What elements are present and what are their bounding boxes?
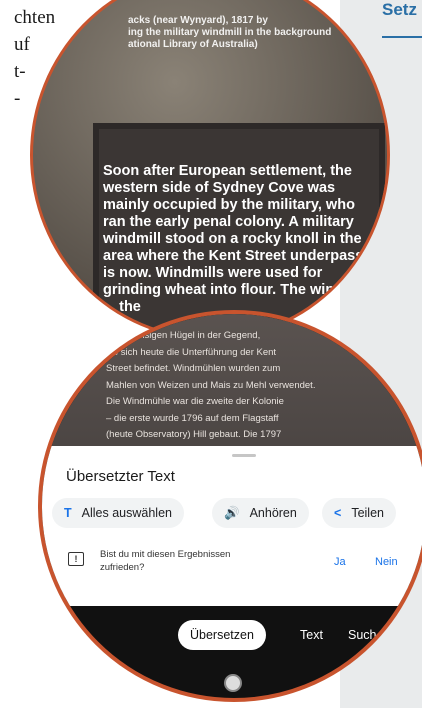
select-all-label: Alles auswählen (81, 506, 172, 520)
sheet-title: Übersetzter Text (66, 468, 175, 485)
listen-label: Anhören (249, 506, 297, 520)
overlay-line: Mahlen von Weizen und Mais zu Mehl verwe… (106, 379, 316, 391)
mode-selector: Übersetzen Text Such (42, 620, 422, 660)
overlay-line: einem felsigen Hügel in der Gegend, (106, 330, 261, 341)
mode-search[interactable]: Such (348, 628, 377, 642)
text-select-icon: T (64, 506, 72, 520)
camera-preview: einem felsigen Hügel in der Gegend, wo s… (42, 314, 422, 464)
overlay-line: – die erste wurde 1796 auf dem Flagstaff (106, 412, 279, 424)
phone-translate-screen: einem felsigen Hügel in der Gegend, wo s… (38, 310, 422, 702)
mode-text[interactable]: Text (300, 628, 323, 642)
select-all-button[interactable]: T Alles auswählen (52, 498, 184, 528)
overlay-line: (heute Observatory) Hill gebaut. Die 179… (106, 429, 282, 440)
share-icon: < (334, 506, 342, 520)
feedback-yes-button[interactable]: Ja (334, 556, 346, 568)
translation-sheet: Übersetzter Text T Alles auswählen 🔊 Anh… (42, 446, 422, 606)
info-board-photo: acks (near Wynyard), 1817 by ing the mil… (30, 0, 390, 340)
speaker-icon: 🔊 (224, 505, 240, 520)
caption-line: ational Library of Australia) (128, 39, 258, 50)
mode-translate[interactable]: Übersetzen (178, 620, 266, 650)
share-label: Teilen (351, 506, 384, 520)
sidebar-title: Setz (382, 0, 417, 19)
caption-line: ing the military windmill in the backgro… (128, 27, 332, 38)
overlay-line: Street befindet. Windmühlen wurden zum (106, 363, 281, 374)
shutter-button[interactable] (224, 674, 242, 692)
board-caption: acks (near Wynyard), 1817 by ing the mil… (128, 15, 338, 51)
feedback-icon: ! (68, 552, 84, 566)
share-button[interactable]: < Teilen (322, 498, 396, 528)
caption-line: acks (near Wynyard), 1817 by (128, 15, 268, 26)
feedback-no-button[interactable]: Nein (375, 556, 398, 568)
overlay-line: Die Windmühle war die zweite der Kolonie (106, 396, 284, 407)
sidebar-rule (382, 36, 422, 38)
board-text: Soon after European settlement, the west… (103, 163, 369, 315)
translated-overlay: einem felsigen Hügel in der Gegend, wo s… (106, 328, 376, 460)
overlay-line: wo sich heute die Unterführung der Kent (106, 346, 277, 358)
sheet-drag-handle[interactable] (232, 454, 256, 457)
feedback-question: Bist du mit diesen Ergebnissen zufrieden… (100, 549, 231, 573)
listen-button[interactable]: 🔊 Anhören (212, 498, 309, 528)
